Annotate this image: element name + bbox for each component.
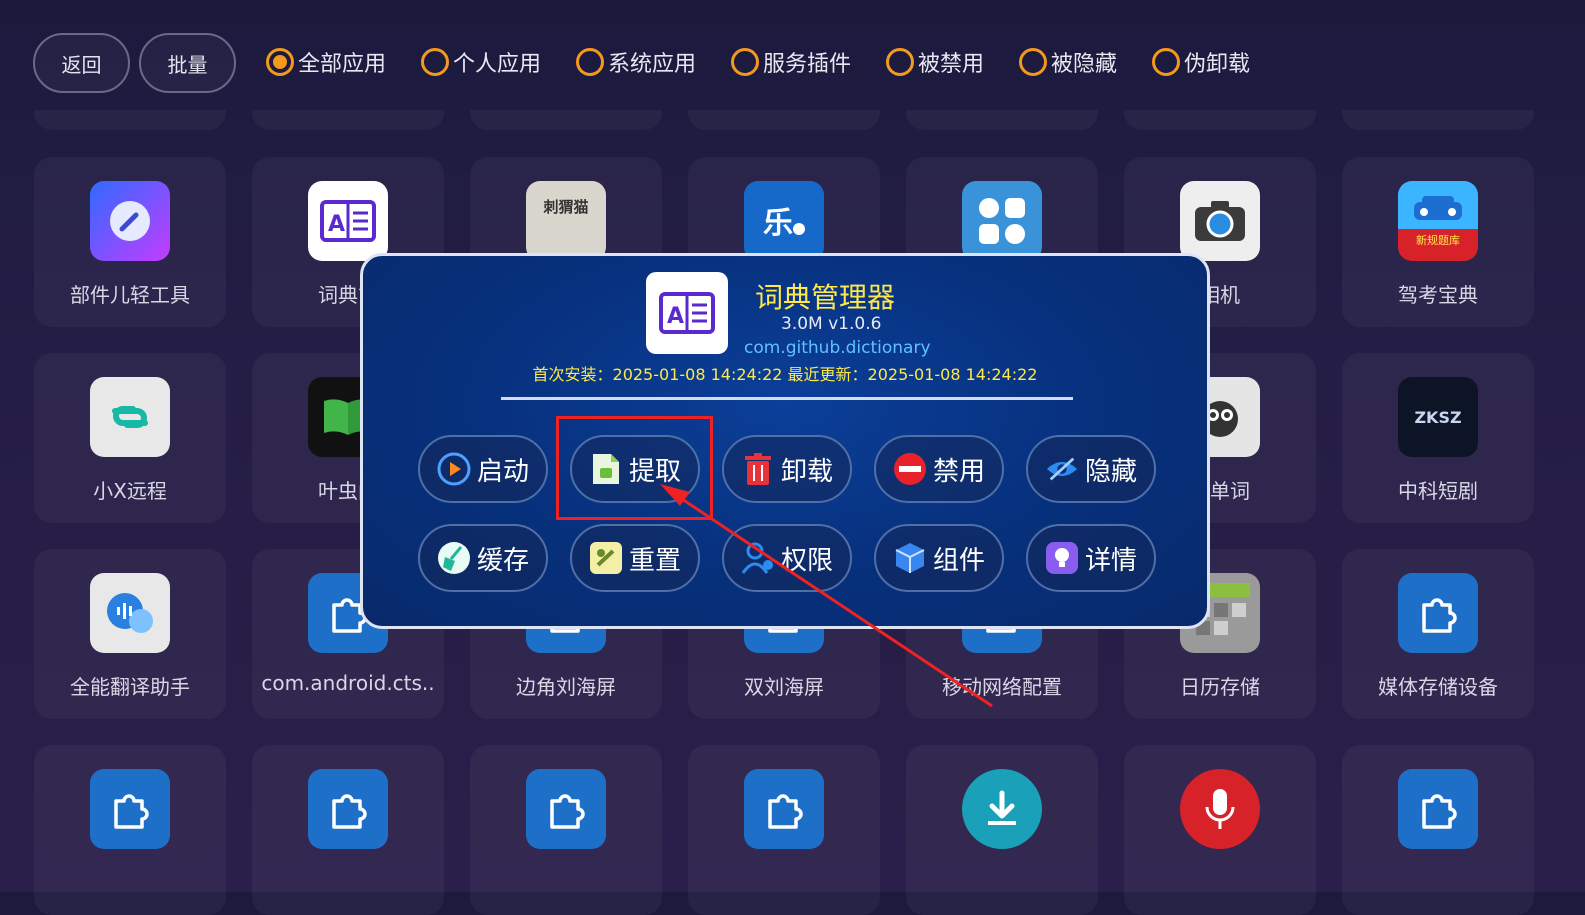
components-button[interactable]: 组件: [874, 524, 1004, 592]
app-label: 驾考宝典: [1398, 283, 1478, 307]
no-entry-icon: [893, 452, 927, 486]
app-tile[interactable]: [34, 745, 226, 915]
remote-link-icon: [90, 377, 170, 457]
puzzle-icon: [1398, 769, 1478, 849]
puzzle-icon: [308, 769, 388, 849]
disable-button[interactable]: 禁用: [874, 435, 1004, 503]
app-label: 全能翻译助手: [70, 675, 190, 699]
filter-all-apps[interactable]: 全部应用: [266, 44, 386, 80]
user-permission-icon: [741, 541, 775, 575]
music-app-icon: 乐: [744, 181, 824, 261]
radio-icon: [1019, 48, 1047, 76]
widget-tool-icon: [90, 181, 170, 261]
app-tile[interactable]: [906, 745, 1098, 915]
reset-button[interactable]: 重置: [570, 524, 700, 592]
top-bar: 返回 批量 全部应用 个人应用 系统应用 服务插件 被禁用 被隐藏 伪卸载: [0, 0, 1585, 110]
filter-system-apps[interactable]: 系统应用: [576, 44, 696, 80]
puzzle-icon: [744, 769, 824, 849]
filter-label: 全部应用: [298, 52, 387, 77]
app-label: 部件儿轻工具: [70, 283, 190, 307]
filter-hidden[interactable]: 被隐藏: [1019, 44, 1117, 80]
app-tile[interactable]: 媒体存储设备: [1342, 549, 1534, 719]
eye-hidden-icon: [1045, 452, 1079, 486]
app-tile[interactable]: [688, 745, 880, 915]
dialog-package-name: com.github.dictionary: [744, 338, 931, 358]
broom-icon: [437, 541, 471, 575]
filter-pseudo-uninstalled[interactable]: 伪卸载: [1152, 44, 1250, 80]
app-label: 边角刘海屏: [516, 675, 616, 699]
filter-disabled[interactable]: 被禁用: [886, 44, 984, 80]
cache-button[interactable]: 缓存: [418, 524, 548, 592]
car-exam-icon: 新规题库: [1398, 181, 1478, 261]
filter-service-plugins[interactable]: 服务插件: [731, 44, 851, 80]
app-label: 中科短剧: [1398, 479, 1478, 503]
filter-personal-apps[interactable]: 个人应用: [421, 44, 541, 80]
radio-icon: [1152, 48, 1180, 76]
app-detail-dialog: A 词典管理器 3.0M v1.0.6 com.github.dictionar…: [360, 253, 1210, 629]
highlight-box: [556, 416, 713, 520]
app-store-icon: [962, 181, 1042, 261]
filter-label: 被禁用: [918, 52, 985, 77]
hide-button[interactable]: 隐藏: [1026, 435, 1156, 503]
details-button[interactable]: 详情: [1026, 524, 1156, 592]
dialog-size-version: 3.0M v1.0.6: [781, 314, 882, 334]
puzzle-icon: [1398, 573, 1478, 653]
app-tile[interactable]: [470, 745, 662, 915]
filter-label: 被隐藏: [1051, 52, 1118, 77]
app-label: 移动网络配置: [942, 675, 1062, 699]
puzzle-icon: [90, 769, 170, 849]
app-label: 媒体存储设备: [1378, 675, 1498, 699]
trash-icon: [741, 452, 775, 486]
app-label: com.android.cts..: [261, 671, 435, 695]
radio-icon: [576, 48, 604, 76]
app-tile[interactable]: ZKSZ 中科短剧: [1342, 353, 1534, 523]
svg-text:A: A: [328, 212, 345, 237]
app-tile[interactable]: [1342, 745, 1534, 915]
play-icon: [437, 452, 471, 486]
hedgehog-cat-icon: 刺猬猫: [526, 181, 606, 261]
lightbulb-icon: [1045, 541, 1079, 575]
launch-button[interactable]: 启动: [418, 435, 548, 503]
radio-icon: [421, 48, 449, 76]
filter-label: 服务插件: [763, 52, 852, 77]
cube-icon: [893, 541, 927, 575]
app-label: 日历存储: [1180, 675, 1260, 699]
dictionary-app-icon: A: [646, 272, 728, 354]
app-tile[interactable]: 新规题库 驾考宝典: [1342, 157, 1534, 327]
dialog-install-dates: 首次安装：2025-01-08 14:24:22 最近更新：2025-01-08…: [532, 365, 1038, 384]
camera-icon: [1180, 181, 1260, 261]
radio-icon: [886, 48, 914, 76]
filter-label: 个人应用: [453, 52, 542, 77]
filter-label: 系统应用: [608, 52, 697, 77]
svg-text:A: A: [667, 304, 684, 329]
zksz-icon: ZKSZ: [1398, 377, 1478, 457]
app-label: 小X远程: [93, 479, 167, 503]
svg-text:乐: 乐: [763, 206, 793, 241]
reset-icon: [589, 541, 623, 575]
permissions-button[interactable]: 权限: [722, 524, 852, 592]
app-tile[interactable]: [252, 745, 444, 915]
dictionary-icon: A: [308, 181, 388, 261]
puzzle-icon: [526, 769, 606, 849]
app-tile[interactable]: 小X远程: [34, 353, 226, 523]
app-tile[interactable]: [1124, 745, 1316, 915]
batch-button[interactable]: 批量: [139, 33, 236, 93]
back-button[interactable]: 返回: [33, 33, 130, 93]
filter-label: 伪卸载: [1184, 52, 1251, 77]
translate-chat-icon: [90, 573, 170, 653]
radio-icon: [731, 48, 759, 76]
app-tile[interactable]: 全能翻译助手: [34, 549, 226, 719]
microphone-icon: [1180, 769, 1260, 849]
app-tile[interactable]: 部件儿轻工具: [34, 157, 226, 327]
uninstall-button[interactable]: 卸载: [722, 435, 852, 503]
dialog-app-name: 词典管理器: [755, 281, 896, 314]
download-icon: [962, 769, 1042, 849]
app-label: 双刘海屏: [744, 675, 824, 699]
divider: [501, 397, 1073, 400]
radio-selected-icon: [266, 48, 294, 76]
